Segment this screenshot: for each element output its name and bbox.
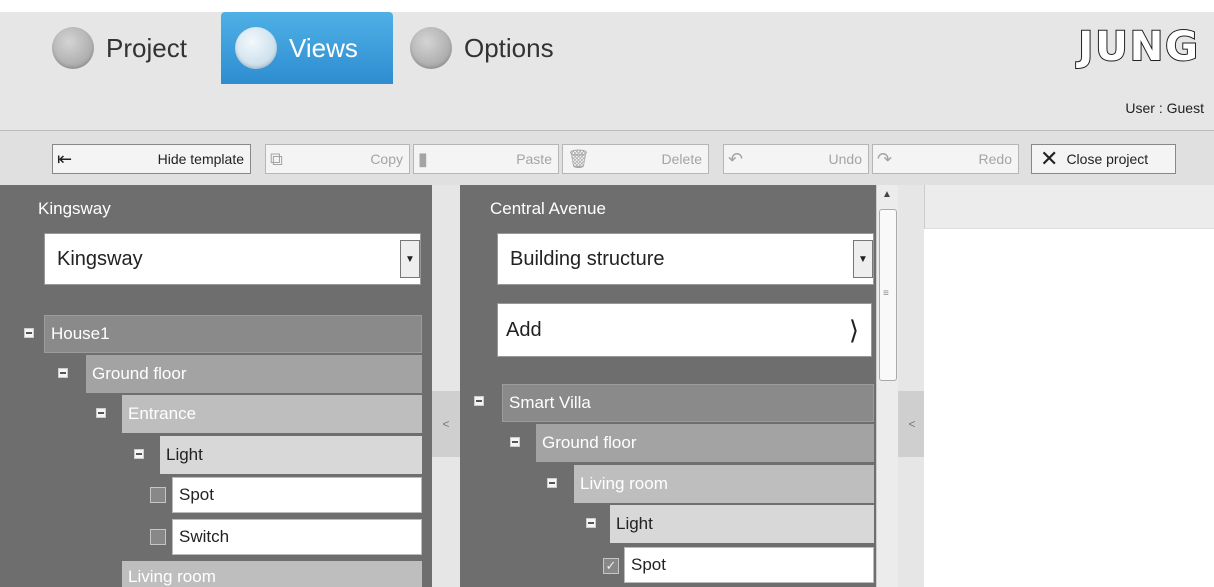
tree-node-label: Spot [631,555,666,574]
tree-node-label: Light [166,445,203,464]
tab-label: Options [464,32,554,63]
button-label: Redo [978,151,1012,167]
tree-node[interactable]: Ground floor [536,424,874,462]
collapse-toggle-icon[interactable] [586,518,596,528]
collapse-toggle-icon[interactable] [474,396,484,406]
copy-button[interactable]: ⧉ Copy [265,144,410,174]
tree-node[interactable]: Entrance [122,395,422,433]
paste-button[interactable]: ▮ Paste [413,144,559,174]
checkbox-checked-icon[interactable]: ✓ [603,558,619,574]
copy-icon: ⧉ [270,149,283,169]
close-icon: ✕ [1040,146,1059,171]
tree-node[interactable]: Light [610,505,874,543]
tree-node[interactable]: House1 [44,315,422,353]
paste-icon: ▮ [418,149,428,169]
select-value: Kingsway [57,247,143,270]
panel-title: Kingsway [38,199,111,218]
button-label: Undo [828,151,862,167]
tree-node[interactable]: Smart Villa [502,384,874,422]
add-button[interactable]: Add ⟩ [497,303,872,357]
tree-leaf[interactable]: Spot [624,547,874,583]
scroll-up-icon[interactable]: ▲ [882,189,892,200]
close-project-button[interactable]: ✕ Close project [1031,144,1176,174]
tree-leaf[interactable]: Spot [172,477,422,513]
panel-splitter[interactable]: < [432,185,460,587]
redo-icon: ↷ [877,149,893,169]
button-label: Add [506,318,542,341]
tree-leaf[interactable]: Switch [172,519,422,555]
panel-title: Central Avenue [490,199,606,218]
user-info: User : Guest [1125,100,1204,116]
tab-bullet-icon [410,27,452,69]
collapse-toggle-icon[interactable] [547,478,557,488]
chevron-down-icon[interactable]: ▼ [853,240,873,278]
redo-button[interactable]: ↷ Redo [872,144,1019,174]
undo-icon: ↶ [728,149,744,169]
toolbar: ⇤ Hide template ⧉ Copy ▮ Paste 🗑 Delete … [0,130,1214,185]
button-label: Close project [1066,151,1149,167]
hide-template-button[interactable]: ⇤ Hide template [52,144,251,174]
visualization-area [924,185,1214,587]
tab-label: Views [289,32,358,63]
view-panel: Central Avenue Building structure ▼ Add … [460,185,876,587]
tree-node-label: Ground floor [92,364,187,383]
chevron-left-icon[interactable]: < [432,391,460,457]
chevron-left-icon[interactable]: < [898,391,926,457]
collapse-toggle-icon[interactable] [134,449,144,459]
tree-node-label: Smart Villa [509,393,591,412]
tree-node-label: Ground floor [542,433,637,452]
tree-node-label: Spot [179,485,214,504]
app-header: Project Views Options JUNG User : Guest [0,0,1214,130]
button-label: Copy [370,151,403,167]
tree-node-label: Entrance [128,404,197,423]
tree-node-label: Switch [179,527,230,546]
chevron-down-icon[interactable]: ▼ [400,240,420,278]
trash-icon: 🗑 [567,149,590,169]
tab-project[interactable]: Project [52,12,187,84]
collapse-toggle-icon[interactable] [58,368,68,378]
checkbox-unchecked-icon[interactable] [150,529,166,545]
tab-views[interactable]: Views [221,12,393,84]
tab-options[interactable]: Options [410,12,554,84]
tab-bullet-icon [52,27,94,69]
view-select[interactable]: Building structure ▼ [497,233,874,285]
collapse-toggle-icon[interactable] [510,437,520,447]
collapse-toggle-icon[interactable] [96,408,106,418]
delete-button[interactable]: 🗑 Delete [562,144,709,174]
template-panel: Kingsway Kingsway ▼ House1 Ground floor … [0,185,432,587]
undo-button[interactable]: ↶ Undo [723,144,869,174]
scroll-thumb[interactable]: ≡ [879,209,897,381]
tree-node-label: House1 [51,324,110,343]
tab-bullet-icon [235,27,277,69]
tree-node-label: Living room [128,567,216,586]
collapse-left-icon: ⇤ [57,149,73,169]
button-label: Paste [516,151,552,167]
visualization-header [924,185,1214,229]
tree-node[interactable]: Living room [574,465,874,503]
button-label: Hide template [157,151,244,167]
tree-node-label: Light [616,514,653,533]
template-select[interactable]: Kingsway ▼ [44,233,421,285]
tree-node[interactable]: Ground floor [86,355,422,393]
panel-splitter[interactable]: < [898,185,926,587]
brand-logo: JUNG [1077,23,1200,71]
collapse-toggle-icon[interactable] [24,328,34,338]
tree-node[interactable]: Living room [122,561,422,587]
chevron-right-icon: ⟩ [848,314,859,345]
tree-node-label: Living room [580,474,668,493]
view-panel-scrollbar[interactable]: ▲ ≡ [876,185,898,587]
select-value: Building structure [510,247,665,270]
tab-label: Project [106,32,187,63]
button-label: Delete [661,151,702,167]
checkbox-unchecked-icon[interactable] [150,487,166,503]
tree-node[interactable]: Light [160,436,422,474]
grip-icon: ≡ [883,288,889,299]
